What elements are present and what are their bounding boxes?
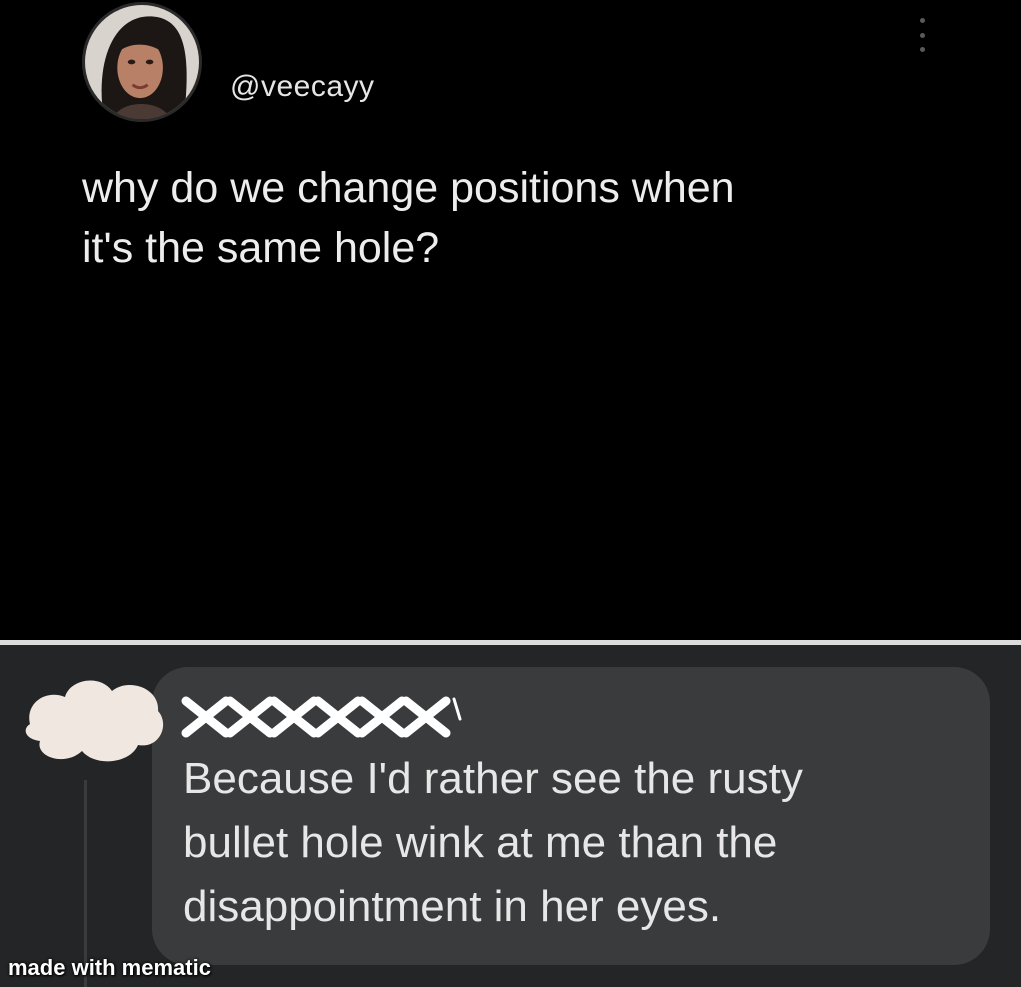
avatar-icon — [85, 5, 199, 119]
profile-avatar[interactable] — [82, 2, 202, 122]
tweet-handle[interactable]: @veecayy — [230, 70, 375, 104]
tweet-text: why do we change positions when it's the… — [82, 158, 962, 278]
tweet-panel: @veecayy why do we change positions when… — [0, 0, 1021, 640]
more-options-icon[interactable] — [914, 18, 930, 52]
tweet-text-line: it's the same hole? — [82, 224, 440, 272]
watermark-label: made with mematic — [8, 955, 211, 980]
redacted-author-name — [178, 689, 468, 741]
more-dot — [919, 32, 925, 38]
more-dot — [919, 47, 925, 52]
comment-text-line: disappointment in her eyes. — [183, 882, 722, 931]
tweet-text-line: why do we change positions when — [82, 164, 735, 212]
comment-text-line: bullet hole wink at me than the — [183, 818, 778, 867]
redacted-avatar — [20, 669, 170, 769]
comment-text: Because I'd rather see the rusty bullet … — [183, 747, 973, 939]
comment-panel: Because I'd rather see the rusty bullet … — [0, 645, 1021, 987]
comment-text-line: Because I'd rather see the rusty — [183, 754, 803, 803]
redaction-scribble-icon — [181, 696, 462, 738]
more-dot — [919, 18, 925, 23]
redacted-avatar-blob-icon — [25, 680, 164, 762]
